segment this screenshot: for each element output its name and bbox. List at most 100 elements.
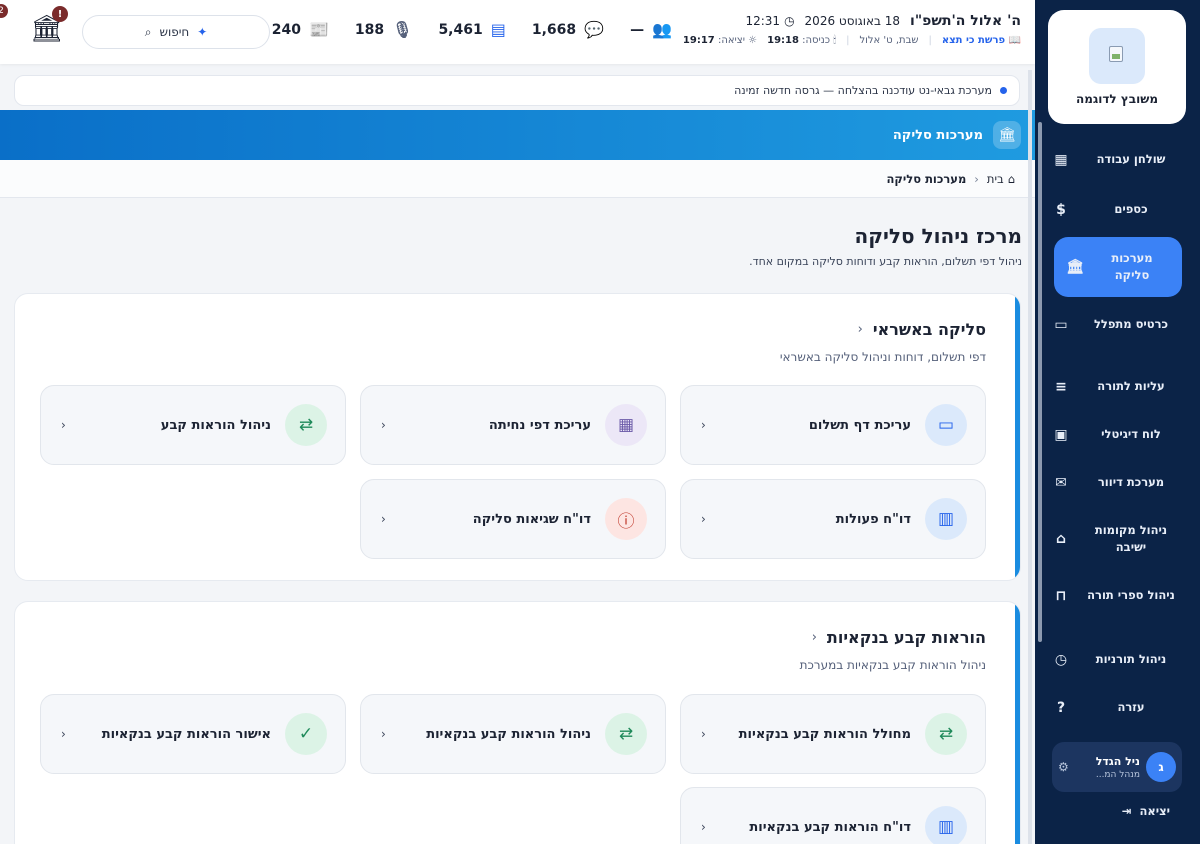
bank-icon: 🏛	[1066, 259, 1084, 275]
card-errors-report[interactable]: ⓘ דו"ח שגיאות סליקה ‹	[360, 479, 666, 559]
section-title: סליקה באשראי	[872, 320, 986, 339]
card-manage-standing-orders[interactable]: ⇄ ניהול הוראות קבע ‹	[40, 385, 346, 465]
chevron-left-icon: ‹	[701, 727, 706, 741]
sidebar-item-help[interactable]: עזרה ?	[1052, 699, 1182, 716]
alert-badge: !	[52, 6, 68, 22]
user-role: מנהל המ...	[1095, 769, 1140, 780]
card-approve-bank-orders[interactable]: ✓ אישור הוראות קבע בנקאיות ‹	[40, 694, 346, 774]
parasha[interactable]: 📖 פרשת כי תצא	[942, 35, 1021, 46]
page-header-band: 🏛 מערכות סליקה	[0, 110, 1035, 160]
search-button[interactable]: ✦ חיפוש ⌕	[82, 15, 270, 49]
chevron-left-icon: ‹	[857, 322, 863, 337]
home-icon: ⌂	[1007, 171, 1015, 186]
chevron-left-icon: ‹	[701, 820, 706, 834]
stat-value: 240	[271, 21, 301, 38]
card-actions-report[interactable]: ▥ דו"ח פעולות ‹	[680, 479, 986, 559]
search-label: חיפוש	[159, 25, 190, 39]
sidebar-item-label: ניהול ספרי תורה	[1087, 588, 1175, 602]
section-header[interactable]: סליקה באשראי ‹	[858, 320, 986, 339]
sidebar-item-dashboard[interactable]: שולחן עבודה ▦	[1052, 151, 1182, 168]
hebrew-date: ה' אלול ה'תשפ"ו	[910, 13, 1021, 29]
chevron-left-icon: ‹	[61, 418, 66, 432]
logout-label: יציאה	[1139, 804, 1170, 818]
clock: ◷ 12:31	[745, 14, 794, 28]
card-edit-landing-pages[interactable]: ▦ עריכת דפי נחיתה ‹	[360, 385, 666, 465]
card-edit-payment-page[interactable]: ▭ עריכת דף תשלום ‹	[680, 385, 986, 465]
chevron-left-icon: ‹	[381, 727, 386, 741]
report-icon: ▥	[925, 806, 967, 844]
avatar: ג	[1146, 752, 1176, 782]
card-standing-order-generator[interactable]: ⇄ מחולל הוראות קבע בנקאיות ‹	[680, 694, 986, 774]
section-subtitle: דפי תשלום, דוחות וניהול סליקה באשראי	[779, 350, 986, 364]
card-manage-bank-orders[interactable]: ⇄ ניהול הוראות קבע בנקאיות ‹	[360, 694, 666, 774]
chevron-left-icon: ‹	[701, 512, 706, 526]
org-name: משובץ לדוגמה	[1075, 92, 1159, 106]
sidebar-item-seating[interactable]: ניהול מקומות ישיבה ⌂	[1052, 522, 1182, 557]
sidebar-item-torah-aliyot[interactable]: עליות לתורה ≡	[1052, 378, 1182, 395]
sidebar-item-finance[interactable]: כספים $	[1052, 201, 1182, 218]
content-scrollbar[interactable]	[1028, 70, 1032, 844]
notice-text: מערכת גבאי-נט עודכנה בהצלחה — גרסה חדשה …	[734, 84, 992, 97]
candle-time: 19:18	[767, 35, 799, 46]
logout-icon: ⇥	[1121, 804, 1132, 818]
seat-icon: ⌂	[1055, 531, 1067, 548]
stat-voice[interactable]: 🎙 188	[355, 20, 413, 39]
repeat-icon: ⇄	[925, 713, 967, 755]
sidebar-item-torah-scrolls[interactable]: ניהול ספרי תורה ⊓	[1052, 587, 1182, 604]
page-title: מרכז ניהול סליקה	[854, 224, 1022, 248]
shabbat-exit: ☼ יציאה: 19:17	[683, 35, 757, 46]
card-bank-orders-report[interactable]: ▥ דו"ח הוראות קבע בנקאיות ‹	[680, 787, 986, 844]
message-icon: ▤	[490, 20, 506, 39]
monitor-icon: ▣	[1054, 426, 1068, 443]
sidebar-item-digital-board[interactable]: לוח דיגיטלי ▣	[1052, 426, 1182, 443]
sun-icon: ☼	[748, 35, 758, 46]
user-name: ניל הגדל	[1095, 754, 1140, 768]
band-title: מערכות סליקה	[892, 127, 983, 143]
stat-messages[interactable]: ▤ 5,461	[438, 20, 505, 39]
sidebar-item-label: כספים	[1114, 202, 1148, 216]
candle-label: כניסה:	[802, 35, 831, 46]
sparkle-icon: ✦	[197, 25, 208, 39]
sidebar-item-label: לוח דיגיטלי	[1101, 427, 1161, 441]
stat-chats[interactable]: 💬 1,668	[532, 20, 604, 39]
chevron-left-icon: ‹	[974, 171, 979, 186]
sidebar-item-mailing[interactable]: מערכת דיוור ✉	[1052, 474, 1182, 491]
card-label: ניהול הוראות קבע	[160, 417, 271, 433]
id-card-icon: ▭	[1054, 316, 1068, 333]
chevron-left-icon: ‹	[701, 418, 706, 432]
bank-icon: 🏛	[993, 121, 1021, 149]
logo-image-icon	[1089, 28, 1145, 84]
chat-bubble-icon: 💬	[584, 20, 605, 39]
gregorian-date: 18 באוגוסט 2026	[804, 14, 901, 28]
sidebar-item-label: שולחן עבודה	[1096, 152, 1166, 166]
section-subtitle: ניהול הוראות קבע בנקאיות במערכת	[799, 658, 986, 672]
logout-button[interactable]: יציאה ⇥	[1122, 804, 1170, 818]
dashboard-icon: ▦	[1054, 151, 1068, 168]
mail-icon: ✉	[1055, 474, 1067, 491]
book-icon: ⊓	[1055, 587, 1067, 604]
sidebar-scrollbar[interactable]	[1038, 122, 1042, 642]
section-header[interactable]: הוראות קבע בנקאיות ‹	[812, 628, 986, 647]
sidebar-item-member-card[interactable]: כרטיס מתפלל ▭	[1052, 316, 1182, 333]
stat-members[interactable]: 👥 —	[630, 20, 672, 39]
top-bar: ה' אלול ה'תשפ"ו 18 באוגוסט 2026 ◷ 12:31 …	[0, 0, 1035, 64]
chevron-left-icon: ‹	[381, 418, 386, 432]
gear-icon[interactable]: ⚙	[1058, 760, 1069, 774]
status-dot	[1000, 87, 1007, 94]
repeat-icon: ⇄	[285, 404, 327, 446]
sidebar-item-clearing[interactable]: מערכות סליקה 🏛	[1054, 237, 1182, 297]
stat-value: —	[630, 21, 645, 38]
sidebar-item-shifts[interactable]: ניהול תורניות ◷	[1052, 651, 1182, 668]
repeat-icon: ⇄	[605, 713, 647, 755]
alert-icon: ⓘ	[605, 498, 647, 540]
breadcrumb-home-label: בית	[986, 171, 1004, 186]
user-card[interactable]: ג ניל הגדל מנהל המ... ⚙	[1052, 742, 1182, 792]
breadcrumb-home[interactable]: ⌂ בית	[987, 172, 1015, 186]
stat-news[interactable]: 📰 240	[272, 20, 329, 39]
notification-badge: 2	[0, 4, 8, 18]
card-label: דו"ח הוראות קבע בנקאיות	[749, 819, 911, 835]
breadcrumb: ⌂ בית ‹ מערכות סליקה	[0, 160, 1035, 198]
chevron-left-icon: ‹	[811, 630, 817, 645]
org-logo-card[interactable]: משובץ לדוגמה	[1048, 10, 1186, 124]
user-text: ניל הגדל מנהל המ...	[1075, 755, 1140, 780]
